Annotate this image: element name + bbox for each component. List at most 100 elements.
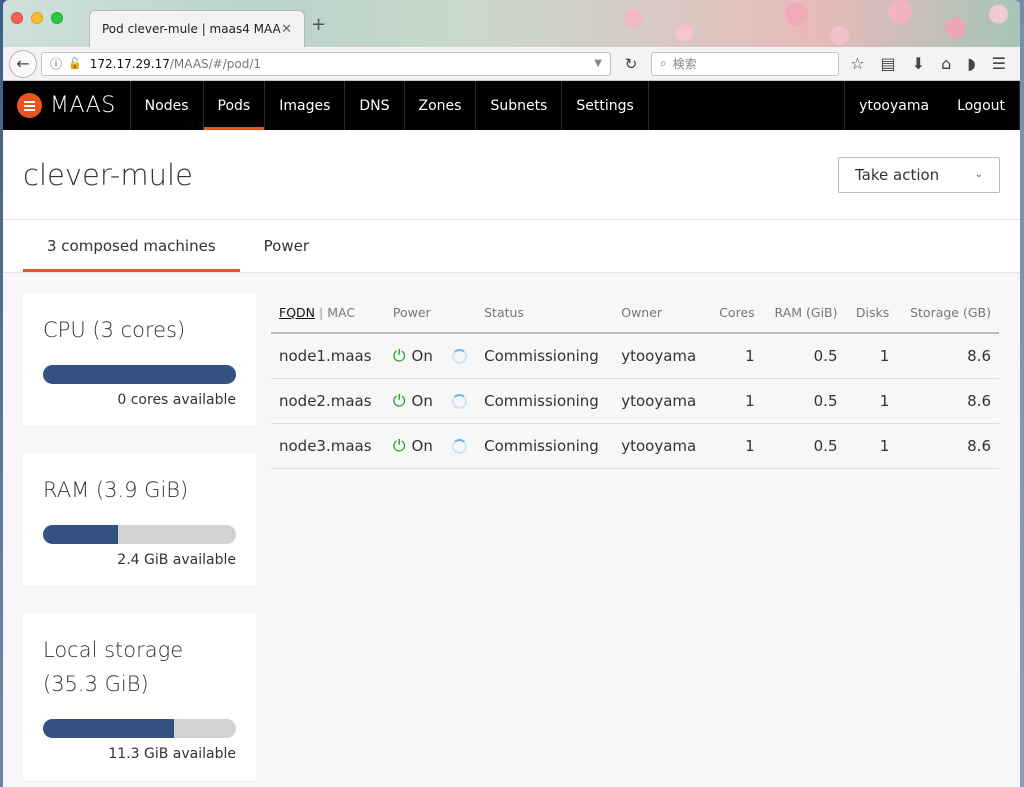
header-fqdn-mac: FQDN | MAC: [271, 293, 385, 334]
back-button[interactable]: ←: [9, 49, 37, 78]
browser-tab[interactable]: Pod clever-mule | maas4 MAAS ✕: [89, 10, 305, 47]
loading-spinner-icon: [451, 438, 467, 454]
row-power-label: On: [411, 346, 433, 365]
row-power[interactable]: ⏻ On: [384, 378, 444, 424]
storage-usage-fill: [43, 719, 175, 738]
row-disks: 1: [845, 378, 898, 424]
header-storage[interactable]: Storage (GB): [897, 293, 999, 334]
header-owner[interactable]: Owner: [613, 293, 709, 334]
sort-fqdn-link[interactable]: FQDN: [279, 305, 315, 320]
browser-window: Pod clever-mule | maas4 MAAS ✕ + ← ⓘ 🔓 1…: [3, 0, 1020, 787]
reload-icon[interactable]: ↻: [617, 55, 645, 73]
row-power[interactable]: ⏻ On: [384, 333, 444, 379]
row-fqdn[interactable]: node1.maas: [271, 333, 385, 379]
chevron-down-icon: ⌄: [974, 169, 983, 180]
tab-power[interactable]: Power: [240, 220, 333, 272]
download-icon[interactable]: ⬇: [912, 54, 925, 73]
browser-toolbar: ← ⓘ 🔓 172.17.29.17 /MAAS/#/pod/1 ▼ ↻ ⌕ 検…: [3, 47, 1020, 81]
page-title: clever-mule: [23, 157, 193, 192]
row-fqdn[interactable]: node2.maas: [271, 378, 385, 424]
url-dropdown-icon[interactable]: ▼: [594, 58, 602, 69]
sort-mac-link[interactable]: MAC: [327, 305, 355, 320]
take-action-dropdown[interactable]: Take action ⌄: [838, 156, 1000, 193]
row-power[interactable]: ⏻ On: [384, 423, 444, 469]
nav-settings[interactable]: Settings: [562, 81, 649, 130]
table-header-row: FQDN | MAC Power Status Owner Cores RAM (G…: [271, 293, 999, 334]
table-row[interactable]: node2.maas ⏻ On Commissioning ytooyama 1 …: [271, 378, 999, 424]
cpu-usage-fill: [43, 365, 236, 384]
url-host: 172.17.29.17: [89, 56, 170, 71]
search-input[interactable]: ⌕ 検索: [651, 51, 839, 76]
row-fqdn[interactable]: node3.maas: [271, 423, 385, 469]
nav-images[interactable]: Images: [265, 81, 346, 130]
ram-title: RAM (3.9 GiB): [43, 478, 189, 502]
header-status[interactable]: Status: [476, 293, 614, 334]
reading-list-icon[interactable]: ▤: [881, 54, 896, 73]
nav-nodes[interactable]: Nodes: [131, 81, 204, 130]
storage-card: Local storage (35.3 GiB) 11.3 GiB availa…: [23, 613, 256, 781]
storage-title-line2: (35.3 GiB): [43, 672, 149, 696]
menu-icon[interactable]: ☰: [992, 54, 1006, 73]
new-tab-icon[interactable]: +: [311, 14, 326, 35]
row-spinner-cell: [443, 423, 477, 469]
nav-logout[interactable]: Logout: [943, 81, 1020, 130]
cpu-title: CPU (3 cores): [43, 318, 186, 342]
loading-spinner-icon: [451, 393, 467, 409]
ram-usage-fill: [43, 525, 119, 544]
logo-text: MAAS: [50, 93, 116, 118]
close-tab-icon[interactable]: ✕: [281, 22, 292, 37]
menu-circle-icon: [17, 93, 42, 118]
url-path: /MAAS/#/pod/1: [169, 56, 262, 71]
pocket-icon[interactable]: ◗: [967, 54, 975, 73]
row-cores: 1: [708, 423, 763, 469]
ram-card: RAM (3.9 GiB) 2.4 GiB available: [23, 453, 256, 586]
row-disks: 1: [845, 333, 898, 379]
table-row[interactable]: node1.maas ⏻ On Commissioning ytooyama 1 …: [271, 333, 999, 379]
nav-subnets[interactable]: Subnets: [476, 81, 563, 130]
bookmark-star-icon[interactable]: ☆: [850, 54, 864, 73]
table-row[interactable]: node3.maas ⏻ On Commissioning ytooyama 1 …: [271, 423, 999, 469]
url-bar[interactable]: ⓘ 🔓 172.17.29.17 /MAAS/#/pod/1 ▼: [41, 51, 611, 76]
take-action-label: Take action: [855, 165, 940, 184]
header-ram[interactable]: RAM (GiB): [762, 293, 846, 334]
arrow-left-icon: ←: [16, 54, 30, 73]
row-owner: ytooyama: [613, 378, 709, 424]
info-icon[interactable]: ⓘ: [50, 55, 62, 72]
minimize-window-icon[interactable]: [31, 12, 43, 24]
nav-pods[interactable]: Pods: [203, 81, 266, 130]
home-icon[interactable]: ⌂: [941, 54, 951, 73]
header-spinner: [443, 293, 477, 334]
close-window-icon[interactable]: [11, 12, 23, 24]
row-status: Commissioning: [476, 333, 614, 379]
nav-dns[interactable]: DNS: [345, 81, 405, 130]
zoom-window-icon[interactable]: [51, 12, 63, 24]
row-cores: 1: [708, 378, 763, 424]
power-on-icon: ⏻: [392, 345, 406, 365]
ram-available: 2.4 GiB available: [117, 552, 236, 568]
header-disks[interactable]: Disks: [845, 293, 898, 334]
storage-title-line1: Local storage: [43, 638, 184, 662]
cpu-available: 0 cores available: [117, 392, 236, 408]
row-spinner-cell: [443, 333, 477, 379]
window-controls: [11, 12, 63, 24]
maas-navbar: MAAS Nodes Pods Images DNS Zones Subnets…: [3, 81, 1020, 130]
search-placeholder: 検索: [672, 57, 697, 71]
row-storage: 8.6: [897, 333, 999, 379]
row-ram: 0.5: [762, 378, 846, 424]
cpu-card: CPU (3 cores) 0 cores available: [23, 293, 256, 426]
cpu-usage-bar: [43, 365, 236, 384]
pod-tabs: 3 composed machines Power: [3, 220, 1020, 273]
tab-bar: Pod clever-mule | maas4 MAAS ✕ +: [3, 0, 1020, 47]
header-power[interactable]: Power: [384, 293, 444, 334]
page-header: clever-mule Take action ⌄: [3, 130, 1020, 220]
row-storage: 8.6: [897, 378, 999, 424]
nav-user[interactable]: ytooyama: [844, 81, 943, 130]
nav-zones[interactable]: Zones: [405, 81, 477, 130]
tab-composed-machines[interactable]: 3 composed machines: [23, 220, 240, 272]
maas-logo[interactable]: MAAS: [3, 81, 131, 130]
row-ram: 0.5: [762, 423, 846, 469]
row-power-label: On: [411, 391, 433, 410]
insecure-lock-icon[interactable]: 🔓: [68, 57, 82, 70]
pod-content: CPU (3 cores) 0 cores available RAM (3.9…: [3, 273, 1020, 787]
header-cores[interactable]: Cores: [708, 293, 763, 334]
